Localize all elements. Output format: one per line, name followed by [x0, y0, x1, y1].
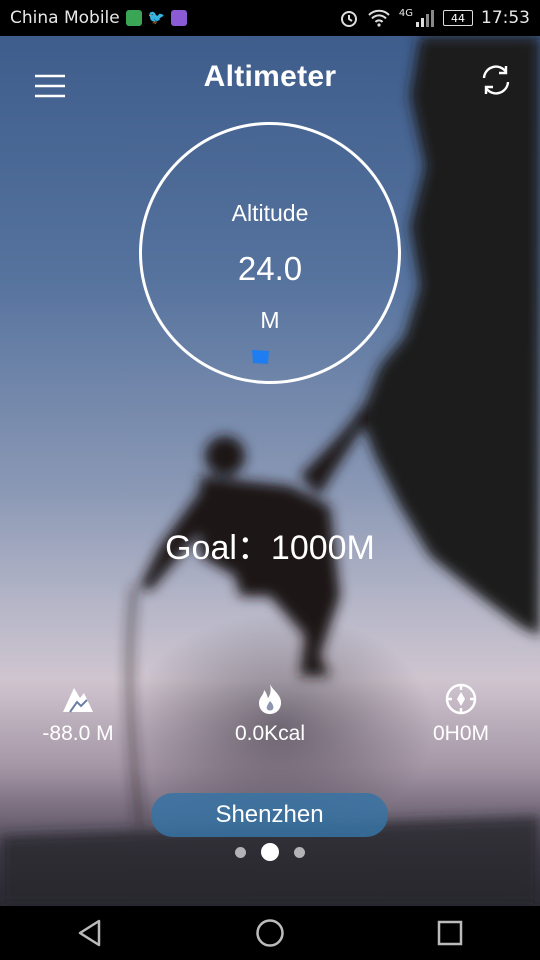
flame-icon: [259, 684, 282, 714]
status-bar: China Mobile 🐦 4G 44 17:53: [0, 0, 540, 36]
stat-calories: 0.0Kcal: [190, 682, 350, 746]
goal-label: Goal：: [165, 529, 271, 567]
altitude-label: Altitude: [231, 200, 309, 226]
alarm-icon: [340, 11, 357, 27]
page-indicator: [0, 842, 540, 862]
recents-square-icon: [437, 920, 463, 946]
duration-value: 0H0M: [432, 722, 490, 745]
page-dot-2[interactable]: [261, 843, 279, 861]
signal-icon: [416, 10, 434, 27]
compass-icon: [445, 683, 477, 715]
mountain-icon: [63, 688, 93, 713]
refresh-icon: [482, 65, 510, 95]
home-circle-icon: [256, 919, 284, 947]
refresh-button[interactable]: [474, 58, 518, 102]
notification-bird-icon: 🐦: [147, 10, 166, 26]
battery-icon: 44: [443, 10, 473, 26]
notification-app-icon: [125, 10, 142, 26]
wifi-icon: [368, 9, 390, 27]
network-type: 4G: [398, 7, 413, 19]
app-title: Altimeter: [203, 60, 337, 93]
calories-value: 0.0Kcal: [234, 722, 306, 745]
altitude-unit: M: [260, 307, 280, 333]
flag-icon: [252, 350, 269, 364]
goal-value: 1000M: [270, 529, 375, 567]
location-button[interactable]: Shenzhen: [151, 793, 388, 837]
recents-button[interactable]: [428, 911, 472, 955]
clock: 17:53: [481, 8, 530, 28]
system-nav-bar: [0, 906, 540, 960]
stat-elevation: -88.0 M: [0, 682, 158, 746]
back-button[interactable]: [68, 911, 112, 955]
altitude-value: 24.0: [237, 250, 303, 287]
notification-gallery-icon: [171, 10, 188, 26]
back-triangle-icon: [78, 919, 101, 947]
elevation-value: -88.0 M: [42, 722, 114, 745]
battery-level: 44: [451, 11, 465, 25]
home-button[interactable]: [248, 911, 292, 955]
carrier-name: China Mobile: [10, 8, 120, 28]
page-dot-1[interactable]: [235, 846, 246, 858]
page-dot-3[interactable]: [294, 846, 305, 858]
goal-display[interactable]: Goal：1000M: [0, 520, 540, 569]
stat-duration: 0H0M: [381, 682, 540, 746]
location-label: Shenzhen: [215, 801, 324, 828]
